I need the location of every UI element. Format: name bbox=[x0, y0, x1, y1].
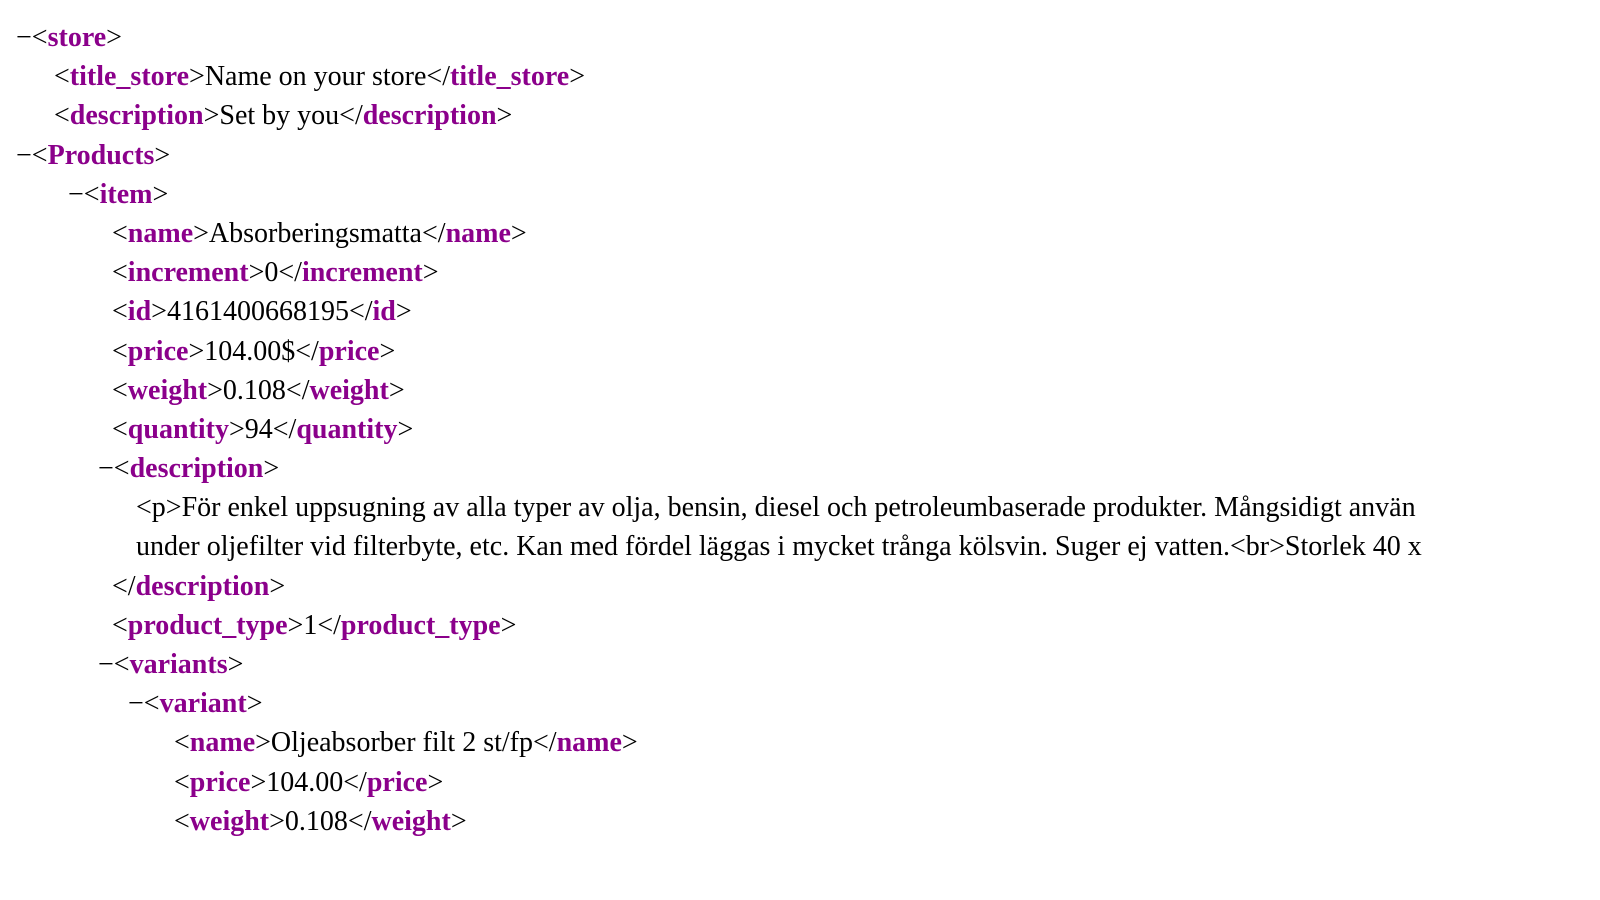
xml-line-item-product-type: <product_type>1</product_type> bbox=[6, 606, 1600, 645]
text-item-price: 104.00$ bbox=[204, 336, 295, 367]
text-description-p2: under oljefilter vid filterbyte, etc. Ka… bbox=[136, 531, 1422, 562]
xml-line-variants-open: −<variants> bbox=[6, 645, 1600, 684]
text-item-increment: 0 bbox=[264, 257, 278, 288]
tag-price-close: price bbox=[319, 336, 380, 367]
xml-line-variant-name: <name>Oljeabsorber filt 2 st/fp</name> bbox=[6, 723, 1600, 762]
tag-weight-close: weight bbox=[310, 375, 389, 406]
collapse-toggle[interactable]: − bbox=[16, 140, 32, 171]
collapse-toggle[interactable]: − bbox=[16, 22, 32, 53]
tag-description-open: description bbox=[70, 100, 204, 131]
tag-title-store-close: title_store bbox=[450, 61, 569, 92]
collapse-toggle[interactable]: − bbox=[98, 649, 114, 680]
tag-product-type-close: product_type bbox=[341, 610, 501, 641]
tag-item-description: description bbox=[130, 453, 264, 484]
tag-variants: variants bbox=[130, 649, 228, 680]
tag-increment-open: increment bbox=[128, 257, 249, 288]
text-item-id: 4161400668195 bbox=[167, 296, 349, 327]
xml-line-item-id: <id>4161400668195</id> bbox=[6, 292, 1600, 331]
tag-price-open: price bbox=[128, 336, 189, 367]
tag-variant-weight-close: weight bbox=[372, 806, 451, 837]
xml-line-item-name: <name>Absorberingsmatta</name> bbox=[6, 214, 1600, 253]
text-description-p1: <p>För enkel uppsugning av alla typer av… bbox=[136, 492, 1416, 523]
collapse-toggle[interactable]: − bbox=[98, 453, 114, 484]
text-title-store: Name on your store bbox=[205, 61, 427, 92]
tag-id-open: id bbox=[128, 296, 151, 327]
xml-line-item-description-p2: under oljefilter vid filterbyte, etc. Ka… bbox=[6, 527, 1600, 566]
xml-line-item-open: −<item> bbox=[6, 175, 1600, 214]
xml-line-products-open: −<Products> bbox=[6, 136, 1600, 175]
xml-line-item-increment: <increment>0</increment> bbox=[6, 253, 1600, 292]
text-variant-name: Oljeabsorber filt 2 st/fp bbox=[271, 727, 533, 758]
tag-variant-name-close: name bbox=[557, 727, 622, 758]
tag-item-description-close: description bbox=[136, 571, 270, 602]
text-item-weight: 0.108 bbox=[223, 375, 286, 406]
xml-line-item-description-open: −<description> bbox=[6, 449, 1600, 488]
tag-products: Products bbox=[48, 140, 155, 171]
text-variant-weight: 0.108 bbox=[285, 806, 348, 837]
tag-quantity-open: quantity bbox=[128, 414, 229, 445]
xml-line-item-price: <price>104.00$</price> bbox=[6, 332, 1600, 371]
tag-variant-price-close: price bbox=[367, 767, 428, 798]
tag-description-close: description bbox=[363, 100, 497, 131]
text-item-quantity: 94 bbox=[245, 414, 273, 445]
xml-line-variant-open: −<variant> bbox=[6, 684, 1600, 723]
tag-name-close: name bbox=[446, 218, 511, 249]
tag-item: item bbox=[100, 179, 153, 210]
text-item-name: Absorberingsmatta bbox=[209, 218, 422, 249]
tag-weight-open: weight bbox=[128, 375, 207, 406]
collapse-toggle[interactable]: − bbox=[68, 179, 84, 210]
tag-variant-weight-open: weight bbox=[190, 806, 269, 837]
tag-title-store-open: title_store bbox=[70, 61, 189, 92]
text-description: Set by you bbox=[219, 100, 339, 131]
xml-line-item-description-p1: <p>För enkel uppsugning av alla typer av… bbox=[6, 488, 1600, 527]
tag-variant: variant bbox=[160, 688, 247, 719]
xml-line-variant-weight: <weight>0.108</weight> bbox=[6, 802, 1600, 841]
tag-variant-name-open: name bbox=[190, 727, 255, 758]
tag-name-open: name bbox=[128, 218, 193, 249]
tag-variant-price-open: price bbox=[190, 767, 251, 798]
xml-line-item-weight: <weight>0.108</weight> bbox=[6, 371, 1600, 410]
xml-line-store-open: −<store> bbox=[6, 18, 1600, 57]
tag-product-type-open: product_type bbox=[128, 610, 288, 641]
xml-line-item-description-close: </description> bbox=[6, 567, 1600, 606]
tag-increment-close: increment bbox=[302, 257, 423, 288]
xml-line-store-description: <description>Set by you</description> bbox=[6, 96, 1600, 135]
text-item-product-type: 1 bbox=[303, 610, 317, 641]
tag-quantity-close: quantity bbox=[296, 414, 397, 445]
xml-line-title-store: <title_store>Name on your store</title_s… bbox=[6, 57, 1600, 96]
text-variant-price: 104.00 bbox=[266, 767, 343, 798]
xml-line-item-quantity: <quantity>94</quantity> bbox=[6, 410, 1600, 449]
xml-line-variant-price: <price>104.00</price> bbox=[6, 763, 1600, 802]
tag-id-close: id bbox=[373, 296, 396, 327]
tag-store: store bbox=[48, 22, 107, 53]
collapse-toggle[interactable]: − bbox=[128, 688, 144, 719]
